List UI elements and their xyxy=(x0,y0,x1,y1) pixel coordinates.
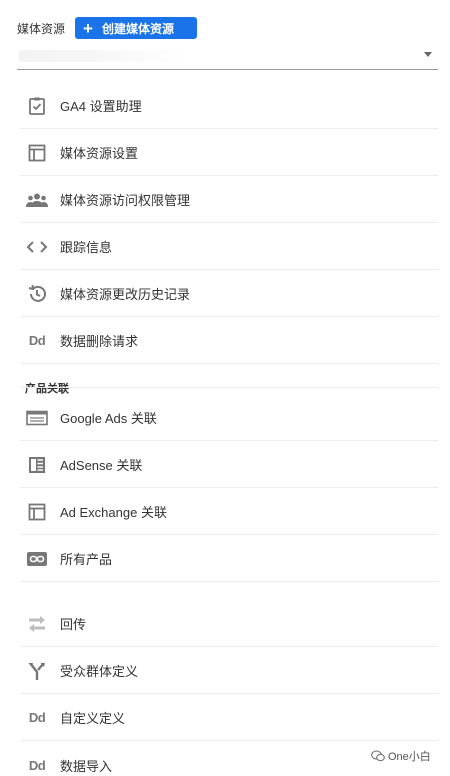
menu-item-label: 媒体资源更改历史记录 xyxy=(60,287,191,302)
menu-item-label: 跟踪信息 xyxy=(60,240,113,255)
section-divider xyxy=(20,387,438,388)
watermark: One小白 xyxy=(371,748,431,764)
menu-item-label: AdSense 关联 xyxy=(60,458,143,473)
code-icon xyxy=(25,235,49,259)
postback-icon xyxy=(25,612,49,636)
ad-exchange-icon xyxy=(25,500,49,524)
menu-item-label: Ad Exchange 关联 xyxy=(60,505,167,520)
menu-item-ga4-setup-assistant[interactable]: GA4 设置助理 xyxy=(20,83,438,129)
menu-item-audience-definitions[interactable]: 受众群体定义 xyxy=(20,648,438,694)
property-header: 媒体资源 + 创建媒体资源 xyxy=(0,0,450,70)
menu-item-postbacks[interactable]: 回传 xyxy=(20,601,438,647)
property-column-label: 媒体资源 xyxy=(17,22,66,36)
dropdown-caret-icon xyxy=(424,52,432,57)
menu-item-label: 回传 xyxy=(60,617,87,632)
adsense-icon xyxy=(25,453,49,477)
dd-icon-text: Dd xyxy=(28,333,46,348)
menu-item-label: 自定义定义 xyxy=(60,711,126,726)
menu-item-label: 媒体资源设置 xyxy=(60,146,139,161)
create-property-button[interactable]: + 创建媒体资源 xyxy=(75,17,197,39)
menu-item-label: 媒体资源访问权限管理 xyxy=(60,193,191,208)
menu-item-property-settings[interactable]: 媒体资源设置 xyxy=(20,130,438,176)
menu-item-custom-definitions[interactable]: Dd 自定义定义 xyxy=(20,695,438,741)
menu-item-label: 数据删除请求 xyxy=(60,334,139,349)
people-icon xyxy=(25,188,49,212)
watermark-text: One小白 xyxy=(388,751,431,763)
dd-icon-text: Dd xyxy=(28,710,46,725)
link-icon xyxy=(25,547,49,571)
blurred-property-name xyxy=(19,50,184,62)
menu-item-label: 数据导入 xyxy=(60,758,113,774)
dd-icon: Dd xyxy=(25,753,49,776)
dd-icon: Dd xyxy=(25,329,49,353)
menu-item-label: GA4 设置助理 xyxy=(60,99,142,114)
fork-icon xyxy=(25,659,49,683)
menu-item-label: 所有产品 xyxy=(60,552,113,567)
menu-item-tracking-info[interactable]: 跟踪信息 xyxy=(20,224,438,270)
layout-icon xyxy=(25,141,49,165)
history-icon xyxy=(25,282,49,306)
plus-icon: + xyxy=(83,18,93,38)
menu-item-adsense-links[interactable]: AdSense 关联 xyxy=(20,442,438,488)
menu-item-ad-exchange-links[interactable]: Ad Exchange 关联 xyxy=(20,489,438,535)
menu-item-data-deletion-requests[interactable]: Dd 数据删除请求 xyxy=(20,318,438,364)
menu-item-property-access-management[interactable]: 媒体资源访问权限管理 xyxy=(20,177,438,223)
google-ads-icon xyxy=(25,406,49,430)
menu-item-all-products[interactable]: 所有产品 xyxy=(20,536,438,582)
menu-item-label: Google Ads 关联 xyxy=(60,411,157,426)
menu-item-property-change-history[interactable]: 媒体资源更改历史记录 xyxy=(20,271,438,317)
dd-icon: Dd xyxy=(25,706,49,730)
menu-item-label: 受众群体定义 xyxy=(60,664,139,679)
clipboard-check-icon xyxy=(25,94,49,118)
product-links-section-title: 产品关联 xyxy=(25,383,69,395)
create-property-label: 创建媒体资源 xyxy=(101,21,174,36)
wechat-icon xyxy=(371,750,385,762)
property-admin-panel: 媒体资源 + 创建媒体资源 GA4 设置助理 媒体资源设置 媒体资源访问权限管理 xyxy=(0,0,450,776)
property-selector[interactable] xyxy=(17,44,438,70)
dd-icon-text: Dd xyxy=(28,757,46,773)
menu-item-google-ads-links[interactable]: Google Ads 关联 xyxy=(20,395,438,441)
